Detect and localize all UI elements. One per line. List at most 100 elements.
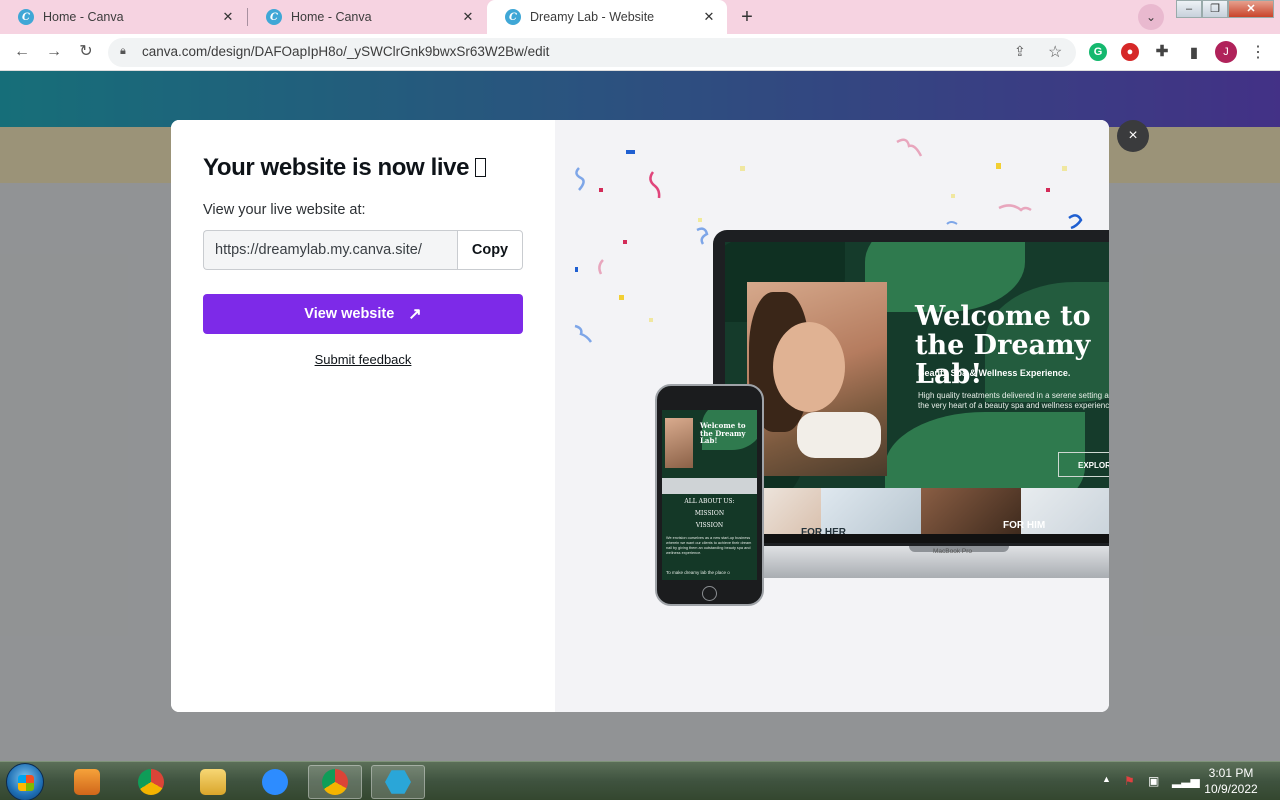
browser-menu-icon[interactable]: ⋮: [1250, 42, 1266, 62]
browser-tab-1[interactable]: C Home - Canva ✕: [0, 0, 246, 34]
missing-emoji-glyph-icon: [475, 158, 487, 177]
dialog-content: Your website is now live View your live …: [171, 120, 555, 712]
phone-hero-heading: Welcome to the Dreamy Lab!: [700, 421, 746, 445]
confetti-piece: [599, 188, 603, 192]
canva-favicon-icon: C: [18, 9, 34, 25]
chrome-profile-icon: [322, 769, 348, 795]
canva-favicon-icon: C: [505, 9, 521, 25]
restore-window-button[interactable]: ❐: [1202, 0, 1228, 18]
photo-towel: [797, 412, 881, 458]
browser-tab-3-active[interactable]: C Dreamy Lab - Website ✕: [487, 0, 727, 34]
taskbar-zoom[interactable]: [248, 765, 302, 799]
back-arrow-icon[interactable]: ←: [12, 42, 32, 62]
grammarly-extension-icon[interactable]: G: [1089, 43, 1107, 61]
confetti-piece: [998, 204, 1032, 212]
submit-feedback-link[interactable]: Submit feedback: [171, 352, 555, 367]
copy-url-button[interactable]: Copy: [457, 230, 523, 270]
phone-about-section: ALL ABOUT US: MISSION VISSION: [662, 496, 757, 532]
photo-face: [773, 322, 845, 412]
taskbar-file-explorer[interactable]: [186, 765, 240, 799]
phone-thumbnail-strip: [662, 478, 757, 494]
start-button[interactable]: [6, 763, 44, 800]
phone-vission-label: VISSION: [695, 522, 724, 529]
tab-strip: C Home - Canva ✕ C Home - Canva ✕ C Drea…: [0, 0, 1280, 34]
tab-title: Dreamy Lab - Website: [530, 10, 655, 24]
external-arrow-icon: ↗: [408, 306, 422, 323]
tab-close-icon[interactable]: ✕: [460, 9, 476, 25]
zoom-icon: [262, 769, 288, 795]
view-website-button[interactable]: View website ↗: [203, 294, 523, 334]
confetti-piece: [649, 171, 661, 199]
power-icon[interactable]: ▣: [1148, 774, 1159, 788]
confetti-piece: [1046, 188, 1050, 192]
windows-logo-icon: [18, 775, 34, 791]
windows-taskbar: [0, 761, 1280, 800]
phone-hero-photo: [665, 418, 693, 468]
confetti-piece: [1062, 166, 1067, 171]
confetti-piece: [575, 167, 585, 191]
chrome-icon: [138, 769, 164, 795]
taskbar-media-player[interactable]: [60, 765, 114, 799]
address-url[interactable]: canva.com/design/DAFOapIpH8o/_ySWClrGnk9…: [142, 44, 549, 59]
lock-icon: 🔒︎: [120, 45, 126, 57]
new-tab-button[interactable]: +: [734, 5, 760, 29]
tab-title: Home - Canva: [291, 10, 372, 24]
phone-home-button: [702, 586, 717, 601]
tab-title: Home - Canva: [43, 10, 124, 24]
clock-date: 10/9/2022: [1204, 782, 1258, 796]
dialog-close-button[interactable]: ×: [1117, 120, 1149, 152]
share-icon[interactable]: ⇪: [1014, 43, 1026, 60]
browser-tab-2[interactable]: C Home - Canva ✕: [248, 0, 486, 34]
profile-avatar[interactable]: J: [1215, 41, 1237, 63]
site-description: High quality treatments delivered in a s…: [918, 391, 1109, 410]
confetti-piece: [649, 318, 653, 322]
confetti-piece: [1068, 214, 1083, 230]
action-center-flag-icon[interactable]: ⚑: [1124, 774, 1135, 788]
adblock-extension-icon[interactable]: ●: [1121, 43, 1139, 61]
forward-arrow-icon[interactable]: →: [44, 42, 64, 62]
confetti-piece: [740, 166, 745, 171]
confetti-piece: [996, 163, 1001, 169]
confetti-piece: [896, 138, 923, 157]
tray-expand-icon[interactable]: ▲: [1102, 774, 1111, 784]
website-live-dialog: Your website is now live View your live …: [171, 120, 1109, 712]
laptop-bezel-bottom: [725, 534, 1109, 543]
dialog-title-text: Your website is now live: [203, 154, 476, 181]
folder-icon: [200, 769, 226, 795]
dialog-title: Your website is now live: [203, 154, 487, 182]
laptop-base: MacBook Pro: [713, 546, 1109, 578]
hexagon-app-icon: [385, 770, 411, 794]
close-window-button[interactable]: ✕: [1228, 0, 1274, 18]
tab-search-chevron-icon[interactable]: ⌄: [1138, 4, 1164, 30]
phone-mockup: Welcome to the Dreamy Lab! ALL ABOUT US:…: [655, 384, 764, 606]
laptop-mockup: Welcome to the Dreamy Lab! Beauty Spa & …: [713, 230, 1109, 578]
confetti-piece: [698, 218, 702, 222]
minimize-window-button[interactable]: –: [1176, 0, 1202, 18]
laptop-thumbnail-strip: FOR HER FOR HIM: [735, 488, 1109, 538]
view-website-label: View website: [304, 306, 395, 322]
address-bar[interactable]: 🔒︎ canva.com/design/DAFOapIpH8o/_ySWClrG…: [108, 38, 1076, 67]
site-tagline: Beauty Spa & Wellness Experience.: [918, 368, 1071, 378]
confetti-piece: [696, 227, 709, 245]
phone-about-title: ALL ABOUT US:: [684, 498, 735, 505]
phone-screen: Welcome to the Dreamy Lab! ALL ABOUT US:…: [662, 410, 757, 580]
spa-hero-photo: [747, 282, 887, 476]
live-url-input[interactable]: [203, 230, 458, 270]
side-panel-icon[interactable]: ▮: [1185, 43, 1203, 61]
site-explore-button: EXPLORE: [1058, 452, 1109, 477]
tab-close-icon[interactable]: ✕: [220, 9, 236, 25]
taskbar-chrome[interactable]: [124, 765, 178, 799]
phone-body-text: We envision ourselves as a new start-up …: [666, 536, 752, 555]
live-url-label: View your live website at:: [203, 202, 366, 218]
canva-favicon-icon: C: [266, 9, 282, 25]
laptop-screen: Welcome to the Dreamy Lab! Beauty Spa & …: [725, 242, 1109, 504]
taskbar-hex-app[interactable]: [371, 765, 425, 799]
system-clock[interactable]: 3:01 PM 10/9/2022: [1196, 765, 1266, 797]
extensions-puzzle-icon[interactable]: ✚: [1153, 43, 1171, 61]
confetti-piece: [598, 259, 604, 275]
reload-icon[interactable]: ↻: [76, 42, 96, 62]
taskbar-chrome-active[interactable]: [308, 765, 362, 799]
bookmark-star-icon[interactable]: ☆: [1048, 42, 1062, 62]
confetti-piece: [623, 240, 627, 244]
tab-close-icon[interactable]: ✕: [701, 9, 717, 25]
